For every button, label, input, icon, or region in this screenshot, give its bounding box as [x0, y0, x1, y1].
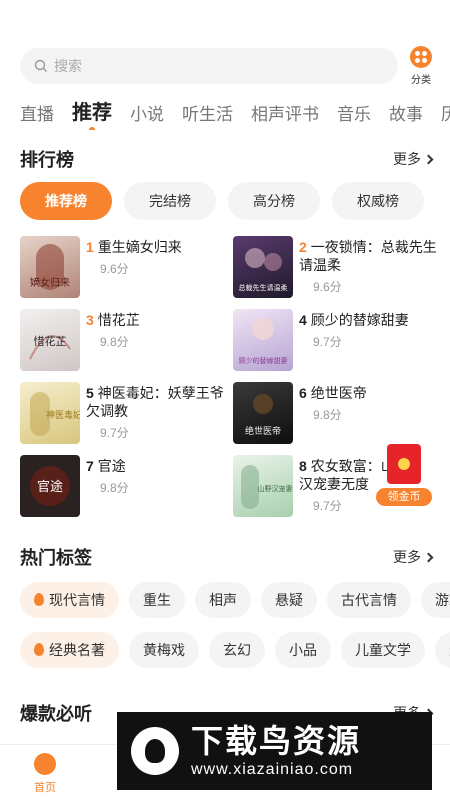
tag-chip[interactable]: 现代言情 [20, 582, 119, 618]
book-title: 6 绝世医帝 [299, 385, 367, 401]
nav-home-label: 首页 [34, 782, 56, 794]
tab-crosstalk[interactable]: 相声评书 [251, 100, 319, 125]
cover-text: 嫡女归来 [30, 276, 70, 289]
watermark: 下载鸟资源 www.xiazainiao.com [117, 712, 432, 790]
cover-text: 惜花芷 [34, 334, 67, 348]
book-score: 9.7分 [100, 426, 129, 440]
category-label: 分类 [411, 75, 431, 86]
category-grid-icon [410, 46, 432, 68]
nav-home[interactable]: 首页 [10, 753, 80, 795]
cover-text: 绝世医帝 [245, 425, 281, 437]
book-score: 9.7分 [313, 499, 342, 513]
book-score: 9.8分 [100, 335, 129, 349]
tag-chip[interactable]: 重生 [129, 582, 185, 618]
rank-tab-authority[interactable]: 权威榜 [332, 182, 424, 220]
tag-chip[interactable]: 玄幻 [209, 632, 265, 668]
book-title: 2 一夜锁情：总裁先生请温柔 [299, 239, 437, 273]
ranking-tabs: 推荐榜 完结榜 高分榜 权威榜 [20, 182, 450, 222]
ranking-title: 排行榜 [20, 150, 74, 170]
book-score: 9.6分 [100, 262, 129, 276]
flame-icon [34, 643, 44, 656]
watermark-title: 下载鸟资源 [191, 723, 362, 759]
book-cover: 惜花芷 [20, 309, 80, 371]
chevron-right-icon [423, 552, 434, 563]
tab-recommend[interactable]: 推荐 [72, 96, 112, 130]
flame-icon [34, 593, 44, 606]
home-icon [34, 753, 56, 775]
chevron-right-icon [423, 154, 434, 165]
tag-chip[interactable]: 游戏 [421, 582, 450, 618]
book-cover: 山野汉宠妻 [233, 455, 293, 517]
book-cover: 总裁先生请温柔 [233, 236, 293, 298]
book-score: 9.7分 [313, 335, 342, 349]
tag-chip[interactable]: 古代言情 [327, 582, 411, 618]
tab-history[interactable]: 历 [441, 100, 450, 125]
cover-text: 顾少的替嫁甜妻 [239, 356, 288, 365]
search-input[interactable] [54, 58, 354, 74]
book-score: 9.8分 [313, 408, 342, 422]
ranking-book-5[interactable]: 神医毒妃 5 神医毒妃：妖孽王爷欠调教 9.7分 [20, 382, 226, 444]
ranking-book-2[interactable]: 总裁先生请温柔 2 一夜锁情：总裁先生请温柔 9.6分 [233, 236, 439, 298]
rank-tab-finished[interactable]: 完结榜 [124, 182, 216, 220]
book-cover: 官途 [20, 455, 80, 517]
book-score: 9.8分 [100, 481, 129, 495]
tag-chip[interactable]: 儿童文学 [341, 632, 425, 668]
tab-music[interactable]: 音乐 [337, 100, 371, 125]
category-button[interactable]: 分类 [406, 46, 436, 86]
tag-chip[interactable]: 悬 [435, 632, 450, 668]
ranking-header: 排行榜 更多 [20, 146, 434, 170]
ranking-book-4[interactable]: 顾少的替嫁甜妻 4 顾少的替嫁甜妻 9.7分 [233, 309, 439, 371]
ranking-book-6[interactable]: 绝世医帝 6 绝世医帝 9.8分 [233, 382, 439, 444]
channel-tabs: 直播 推荐 小说 听生活 相声评书 音乐 故事历 [20, 96, 450, 130]
hits-title: 爆款必听 [20, 704, 92, 724]
cover-text: 官途 [37, 479, 63, 495]
tag-chip[interactable]: 黄梅戏 [129, 632, 199, 668]
tab-novel[interactable]: 小说 [130, 100, 164, 125]
ranking-book-1[interactable]: 嫡女归来 1 重生嫡女归来 9.6分 [20, 236, 226, 298]
book-cover: 嫡女归来 [20, 236, 80, 298]
tags-more-label: 更多 [393, 549, 421, 565]
watermark-url: www.xiazainiao.com [191, 761, 354, 778]
search-icon [34, 59, 48, 73]
cover-text: 神医毒妃 [46, 409, 80, 421]
tag-chip[interactable]: 经典名著 [20, 632, 119, 668]
book-cover: 绝世医帝 [233, 382, 293, 444]
tag-row-2: 经典名著黄梅戏玄幻小品儿童文学悬 [20, 632, 450, 668]
ranking-book-3[interactable]: 惜花芷 3 惜花芷 9.8分 [20, 309, 226, 371]
ranking-book-7[interactable]: 官途 7 官途 9.8分 [20, 455, 226, 517]
book-title: 7 官途 [86, 458, 126, 474]
rank-tab-high-score[interactable]: 高分榜 [228, 182, 320, 220]
tag-chip[interactable]: 小品 [275, 632, 331, 668]
rank-tab-recommend[interactable]: 推荐榜 [20, 182, 112, 220]
book-title: 3 惜花芷 [86, 312, 140, 328]
book-title: 1 重生嫡女归来 [86, 239, 182, 255]
tag-chip[interactable]: 相声 [195, 582, 251, 618]
collect-coins-label: 领金币 [376, 488, 432, 506]
cover-text: 总裁先生请温柔 [239, 283, 288, 292]
ranking-more-link[interactable]: 更多 [393, 149, 434, 169]
book-cover: 顾少的替嫁甜妻 [233, 309, 293, 371]
tag-chip[interactable]: 悬疑 [261, 582, 317, 618]
red-envelope-icon [387, 444, 421, 484]
book-score: 9.6分 [313, 280, 342, 294]
tags-title: 热门标签 [20, 548, 92, 568]
ranking-more-label: 更多 [393, 151, 421, 167]
book-title: 5 神医毒妃：妖孽王爷欠调教 [86, 385, 224, 419]
cover-text: 山野汉宠妻 [258, 484, 293, 493]
book-title: 4 顾少的替嫁甜妻 [299, 312, 409, 328]
tag-row-1: 现代言情重生相声悬疑古代言情游戏 [20, 582, 450, 618]
tab-life[interactable]: 听生活 [182, 100, 233, 125]
tags-header: 热门标签 更多 [20, 544, 434, 568]
tab-story[interactable]: 故事 [389, 100, 423, 125]
search-row: 分类 [20, 46, 432, 86]
tab-live[interactable]: 直播 [20, 100, 54, 125]
book-cover: 神医毒妃 [20, 382, 80, 444]
search-bar[interactable] [20, 48, 398, 84]
collect-coins-button[interactable]: 领金币 [376, 444, 432, 506]
bird-logo-icon [131, 727, 179, 775]
tags-more-link[interactable]: 更多 [393, 547, 434, 567]
